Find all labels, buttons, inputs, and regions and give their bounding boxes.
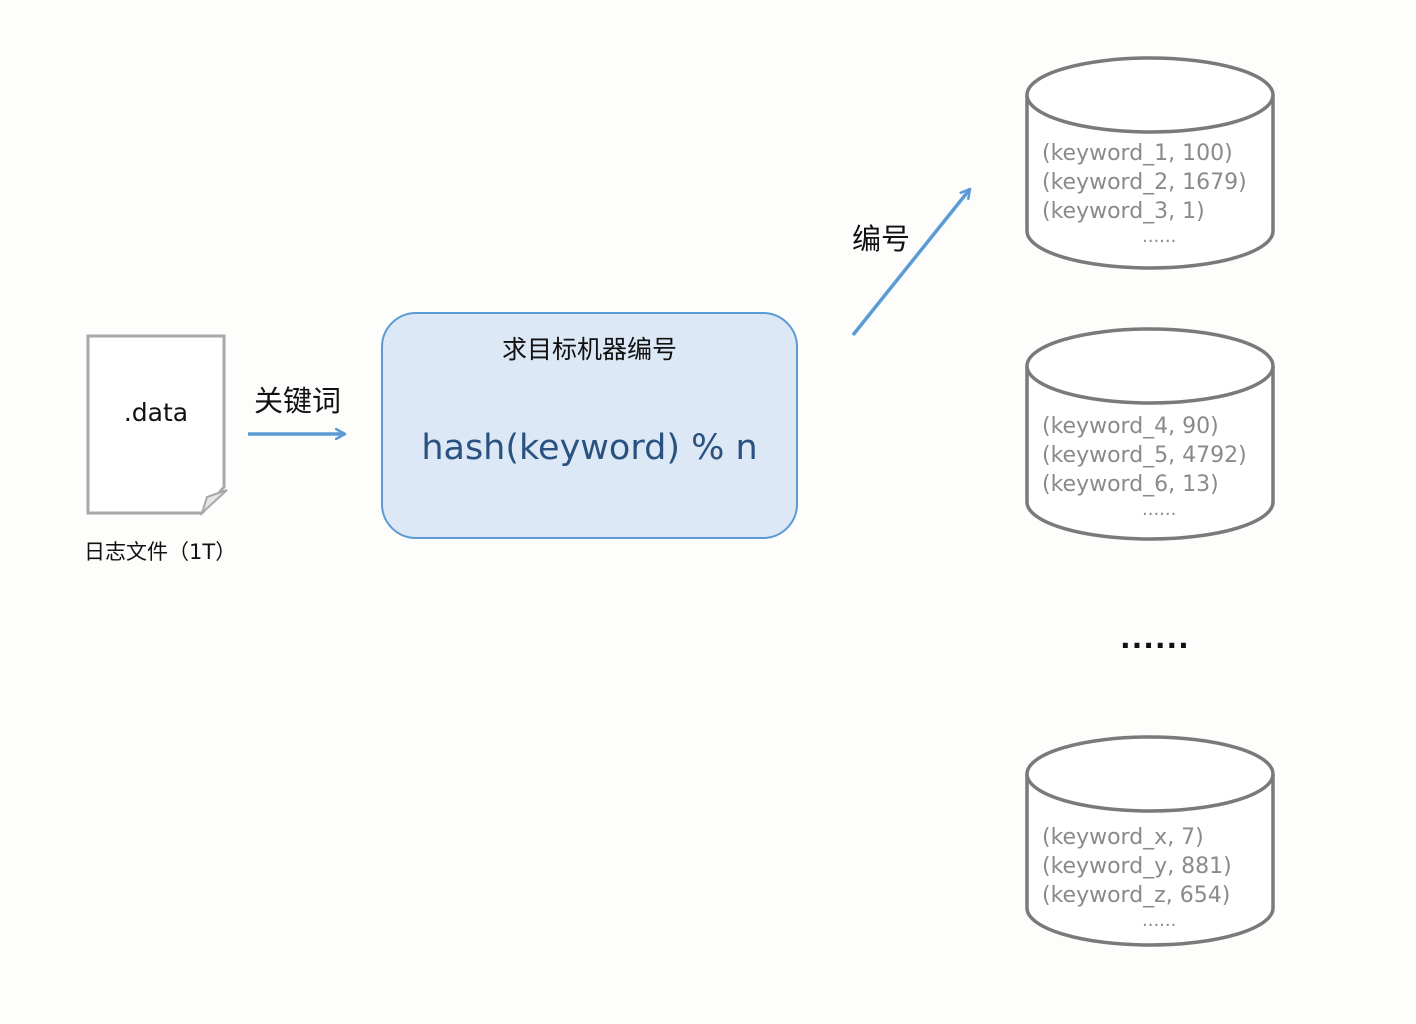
database-2-records: (keyword_4, 90) (keyword_5, 4792) (keywo… [1042,412,1247,521]
record-more: ...... [1142,499,1177,520]
record-row: (keyword_4, 90) [1042,414,1219,439]
record-row: (keyword_y, 881) [1042,854,1232,879]
more-machines-ellipsis: ...... [1120,622,1190,655]
hash-formula: hash(keyword) % n [421,428,758,468]
record-row: (keyword_2, 1679) [1042,170,1247,195]
database-1-records: (keyword_1, 100) (keyword_2, 1679) (keyw… [1042,139,1247,248]
edge-label-keyword: 关键词 [254,384,342,418]
hash-box-title: 求目标机器编号 [501,335,677,364]
record-row: (keyword_3, 1) [1042,199,1205,224]
record-more: ...... [1142,226,1177,247]
record-row: (keyword_1, 100) [1042,141,1233,166]
record-row: (keyword_z, 654) [1042,883,1231,908]
database-3-records: (keyword_x, 7) (keyword_y, 881) (keyword… [1042,823,1232,932]
edge-label-number: 编号 [852,222,911,256]
record-row: (keyword_5, 4792) [1042,443,1247,468]
diagram-canvas: .data 日志文件（1T） 关键词 编号 求目标机器编号 hash(keywo… [0,0,1416,1024]
record-row: (keyword_x, 7) [1042,825,1204,850]
file-name: .data [123,398,189,427]
arrow-machine-number [851,189,972,337]
record-row: (keyword_6, 13) [1042,472,1219,497]
file-caption: 日志文件（1T） [84,540,237,564]
record-more: ...... [1142,910,1177,931]
